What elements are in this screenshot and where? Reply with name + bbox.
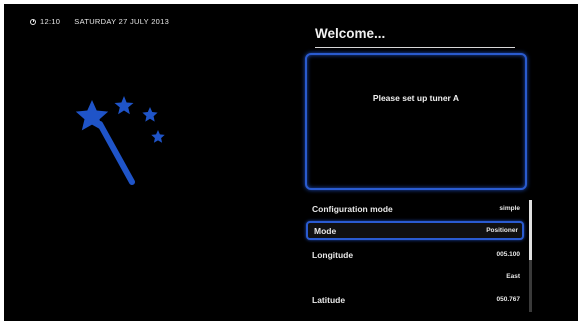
row-value: 005.100 <box>496 251 521 258</box>
row-label: Latitude <box>312 294 346 305</box>
scrollbar-thumb[interactable] <box>529 200 532 260</box>
row-value: Positioner <box>486 227 518 234</box>
config-row-longitude[interactable]: Longitude 005.100 <box>306 245 524 264</box>
medium-star-icon <box>114 96 134 115</box>
row-label: Configuration mode <box>312 203 393 214</box>
magic-wand-icon <box>75 96 165 185</box>
scrollbar[interactable] <box>529 200 532 312</box>
info-panel: Please set up tuner A <box>305 53 527 190</box>
tiny-star-icon <box>151 130 165 143</box>
row-label: Mode <box>314 225 337 236</box>
small-star-icon <box>142 107 158 122</box>
clock-icon <box>30 18 36 25</box>
config-list: Configuration mode simple Mode Positione… <box>306 199 524 311</box>
config-row-latitude[interactable]: Latitude 050.767 <box>306 290 524 309</box>
page-title: Welcome... <box>315 26 515 48</box>
row-value: 050.767 <box>496 296 521 303</box>
tv-screen: 12:10 SATURDAY 27 JULY 2013 Welcome... P… <box>4 4 578 321</box>
clock-time: 12:10 <box>40 17 61 26</box>
row-label: Longitude <box>312 249 354 260</box>
row-value: East <box>506 273 520 280</box>
config-row-longitude-direction[interactable]: East <box>306 267 524 286</box>
info-message: Please set up tuner A <box>372 93 460 103</box>
config-row-configuration-mode[interactable]: Configuration mode simple <box>306 199 524 218</box>
current-date: SATURDAY 27 JULY 2013 <box>74 17 170 26</box>
status-bar: 12:10 SATURDAY 27 JULY 2013 <box>30 17 169 26</box>
config-row-mode[interactable]: Mode Positioner <box>306 221 524 240</box>
row-value: simple <box>499 205 520 212</box>
